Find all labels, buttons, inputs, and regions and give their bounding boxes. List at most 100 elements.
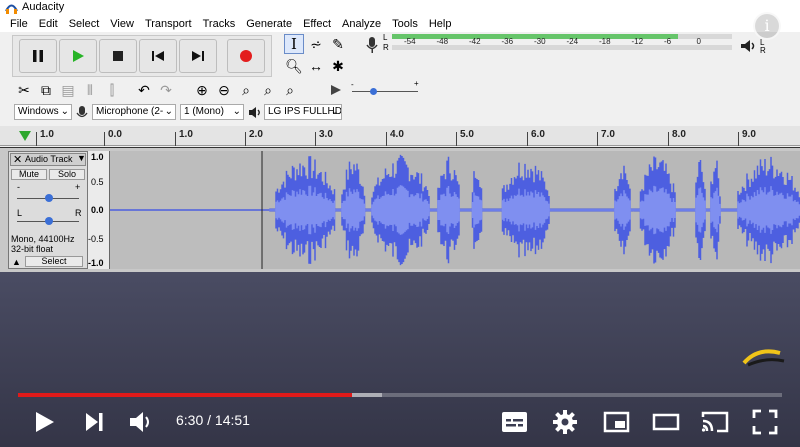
settings-icon — [553, 410, 577, 434]
ruler-tick: 3.0 — [315, 129, 333, 146]
scale-label: 0.0 — [91, 205, 104, 215]
mic-icon — [76, 106, 88, 118]
progress-bar[interactable] — [18, 393, 782, 397]
meter-scale-label: 0 — [696, 37, 701, 46]
menu-help[interactable]: Help — [429, 18, 452, 30]
recording-device-select[interactable]: Microphone (2- ⌄ — [92, 104, 176, 120]
menu-effect[interactable]: Effect — [303, 18, 331, 30]
meter-left-label: L — [383, 33, 388, 42]
playback-speed-slider[interactable]: - + — [350, 79, 420, 98]
cast-icon — [701, 411, 729, 433]
time-shift-tool[interactable]: ↔ — [306, 56, 326, 76]
time-display: 6:30 / 14:51 — [176, 412, 250, 428]
menu-file[interactable]: File — [10, 18, 28, 30]
ruler-tick: 4.0 — [386, 129, 404, 146]
copy-button[interactable]: ⧉ — [36, 80, 56, 100]
solo-button[interactable]: Solo — [49, 169, 85, 180]
miniplayer-button[interactable] — [603, 410, 631, 437]
gain-slider[interactable] — [17, 194, 79, 204]
track-name-menu[interactable]: Audio Track — [25, 154, 73, 164]
scale-label: 1.0 — [91, 152, 104, 162]
settings-button[interactable] — [552, 409, 578, 438]
info-icon[interactable]: i — [753, 12, 781, 40]
video-surface[interactable] — [0, 272, 800, 447]
draw-tool[interactable]: ✎ — [328, 34, 348, 54]
zoom-in-button[interactable]: ⊕ — [192, 80, 212, 100]
menu-tracks[interactable]: Tracks — [203, 18, 236, 30]
next-button[interactable] — [84, 410, 106, 437]
stop-button[interactable] — [99, 39, 137, 73]
play-at-speed-button[interactable] — [326, 80, 346, 100]
selection-tool[interactable]: I — [284, 34, 304, 54]
redo-icon: ↷ — [160, 81, 172, 98]
play-button[interactable] — [32, 408, 56, 439]
record-button[interactable] — [227, 39, 265, 73]
skip-to-start-button[interactable] — [139, 39, 177, 73]
meter-scale-label: -54 — [404, 37, 416, 46]
double-arrow-icon: ↔ — [309, 58, 323, 74]
waveform-view[interactable] — [110, 151, 800, 269]
zoom-in-icon: ⊕ — [196, 81, 208, 98]
envelope-icon: ⩫ — [310, 35, 322, 52]
cut-button[interactable]: ✂ — [14, 80, 34, 100]
cast-button[interactable] — [700, 409, 730, 438]
subtitles-button[interactable] — [500, 409, 530, 438]
ruler-tick: 7.0 — [597, 129, 615, 146]
playback-device-select[interactable]: LG IPS FULLHD ⌄ — [264, 104, 342, 120]
close-track-icon[interactable]: ✕ — [13, 153, 22, 166]
menu-analyze[interactable]: Analyze — [342, 18, 381, 30]
pan-slider[interactable] — [17, 217, 79, 227]
ruler-tick: 5.0 — [456, 129, 474, 146]
silence-button[interactable]: ⫿ — [102, 80, 122, 100]
audio-host-value: Windows — [18, 106, 59, 117]
audacity-window: Audacity File Edit Select View Transport… — [0, 0, 800, 272]
theater-mode-button[interactable] — [652, 410, 680, 437]
ruler-tick: 0.0 — [104, 129, 122, 146]
collapse-track-icon[interactable]: ▲ — [12, 257, 21, 267]
fullscreen-button[interactable] — [752, 409, 778, 438]
menu-view[interactable]: View — [110, 18, 134, 30]
zoom-out-button[interactable]: ⊖ — [214, 80, 234, 100]
play-icon — [36, 412, 54, 432]
zoom-tool[interactable]: 🔍︎ — [284, 56, 304, 76]
redo-button[interactable]: ↷ — [156, 80, 176, 100]
recording-channels-select[interactable]: 1 (Mono) ⌄ — [180, 104, 244, 120]
menu-tools[interactable]: Tools — [392, 18, 418, 30]
scissors-icon: ✂ — [18, 81, 30, 98]
track-control-panel: ✕ Audio Track ▼ Mute Solo - + L R Mono, … — [8, 151, 88, 269]
i-beam-icon: I — [291, 35, 297, 53]
mute-button[interactable]: Mute — [11, 169, 47, 180]
menu-edit[interactable]: Edit — [39, 18, 58, 30]
gain-minus-label: - — [17, 182, 20, 192]
recording-meter[interactable]: L R -54 -48 -42 -36 -30 -24 -18 -12 -6 0 — [362, 33, 734, 56]
menu-transport[interactable]: Transport — [145, 18, 192, 30]
menu-generate[interactable]: Generate — [246, 18, 292, 30]
paste-button[interactable]: ▤ — [58, 80, 78, 100]
envelope-tool[interactable]: ⩫ — [306, 34, 326, 54]
undo-button[interactable]: ↶ — [134, 80, 154, 100]
play-icon — [73, 50, 84, 62]
amplitude-scale[interactable]: 1.0 0.5 0.0 -0.5 -1.0 — [88, 151, 110, 269]
meter-right-label: R — [383, 43, 389, 52]
play-button[interactable] — [59, 39, 97, 73]
trim-button[interactable]: ⫴ — [80, 80, 100, 100]
volume-button[interactable] — [128, 410, 154, 437]
menu-select[interactable]: Select — [69, 18, 100, 30]
chevron-down-icon: ⌄ — [330, 106, 339, 117]
zoom-toggle-button[interactable]: ⌕ — [280, 80, 300, 100]
timeline-ruler[interactable]: 1.0 0.0 1.0 2.0 3.0 4.0 5.0 6.0 7.0 8.0 … — [0, 126, 800, 146]
fit-project-button[interactable]: ⌕ — [258, 80, 278, 100]
progress-played — [18, 393, 353, 397]
select-track-button[interactable]: Select — [25, 256, 83, 267]
meter-scale-label: -36 — [501, 37, 514, 46]
playback-meter-button[interactable] — [738, 36, 758, 56]
skip-to-end-button[interactable] — [179, 39, 217, 73]
recording-channels-value: 1 (Mono) — [184, 106, 225, 117]
next-icon — [86, 413, 103, 431]
fit-selection-button[interactable]: ⌕ — [236, 80, 256, 100]
skip-start-icon — [152, 51, 164, 61]
audio-host-select[interactable]: Windows ⌄ — [14, 104, 72, 120]
ruler-tick: 6.0 — [527, 129, 545, 146]
pause-button[interactable] — [19, 39, 57, 73]
multi-tool[interactable]: ✱ — [328, 56, 348, 76]
